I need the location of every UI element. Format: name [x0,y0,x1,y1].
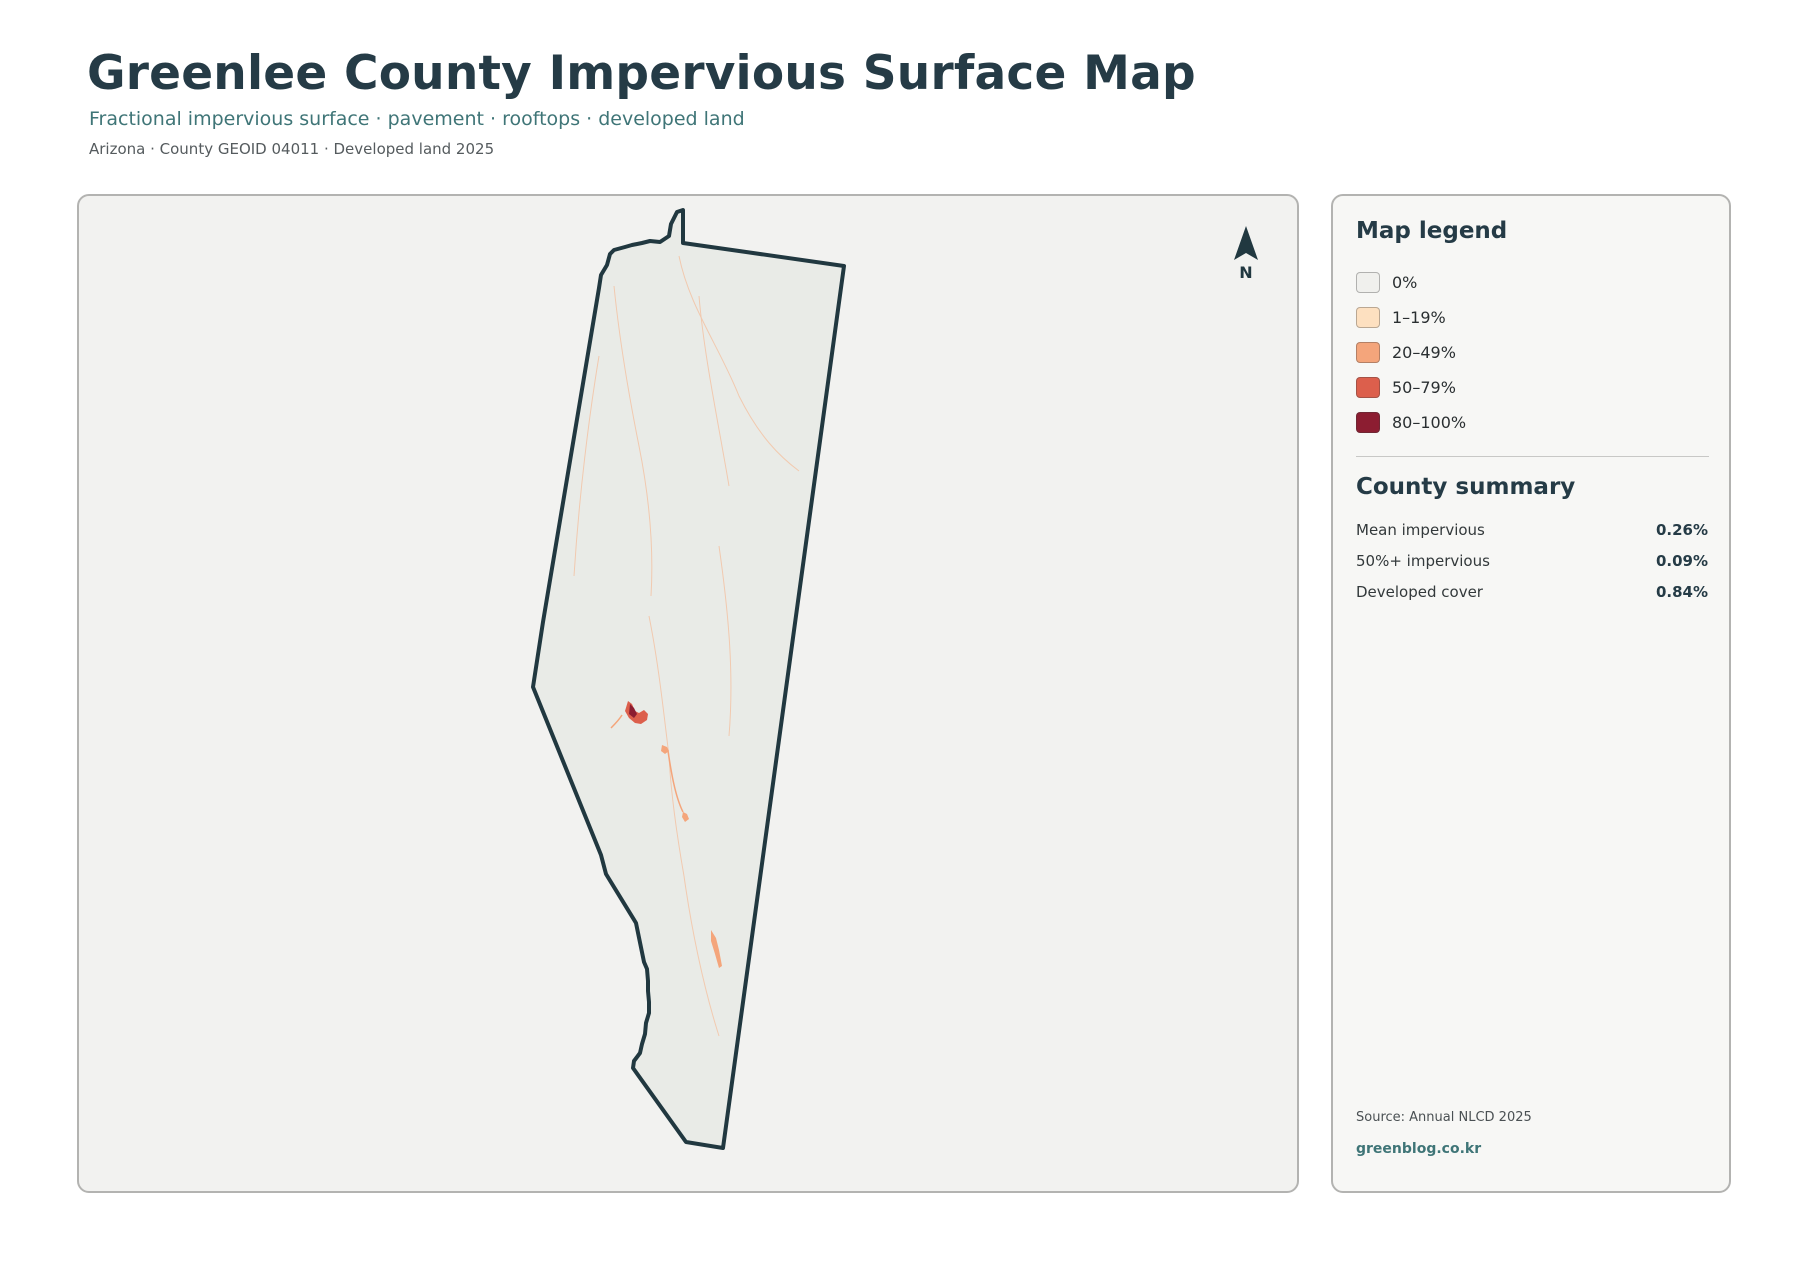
legend-label: 50–79% [1392,378,1456,397]
legend-item: 0% [1356,265,1466,300]
north-arrow-label: N [1239,263,1252,282]
legend-title: Map legend [1356,218,1508,244]
summary-row: Developed cover 0.84% [1356,576,1708,607]
legend-label: 80–100% [1392,413,1467,432]
page-meta: Arizona · County GEOID 04011 · Developed… [89,140,495,158]
legend-divider [1356,456,1709,457]
site-credit-link[interactable]: greenblog.co.kr [1356,1141,1481,1157]
legend-swatch [1356,342,1380,363]
legend-list: 0% 1–19% 20–49% 50–79% 80–100% [1356,265,1466,440]
page: Greenlee County Impervious Surface Map F… [0,0,1800,1273]
legend-item: 50–79% [1356,370,1466,405]
summary-row: 50%+ impervious 0.09% [1356,545,1708,576]
legend-label: 0% [1392,273,1418,292]
county-boundary[interactable] [531,208,846,1150]
legend-label: 20–49% [1392,343,1456,362]
summary-title: County summary [1356,474,1576,500]
map-canvas[interactable]: N [79,196,1299,1193]
summary-value: 0.26% [1655,520,1708,539]
north-arrow-icon [1234,226,1258,260]
legend-swatch [1356,307,1380,328]
summary-value: 0.09% [1655,551,1708,570]
legend-item: 20–49% [1356,335,1466,370]
page-subtitle: Fractional impervious surface · pavement… [89,108,745,130]
legend-swatch [1356,377,1380,398]
legend-item: 1–19% [1356,300,1466,335]
summary-list: Mean impervious 0.26% 50%+ impervious 0.… [1356,514,1708,607]
legend-swatch [1356,272,1380,293]
summary-label: Developed cover [1356,582,1483,601]
source-note: Source: Annual NLCD 2025 [1356,1110,1532,1125]
summary-label: Mean impervious [1356,520,1485,539]
summary-label: 50%+ impervious [1356,551,1490,570]
summary-value: 0.84% [1655,582,1708,601]
legend-label: 1–19% [1392,308,1446,327]
legend-swatch [1356,412,1380,433]
page-title: Greenlee County Impervious Surface Map [87,46,1196,101]
summary-row: Mean impervious 0.26% [1356,514,1708,545]
legend-panel: Map legend 0% 1–19% 20–49% 50–79% 80–100… [1331,194,1731,1193]
north-arrow: N [1234,226,1258,282]
legend-item: 80–100% [1356,405,1466,440]
map-panel[interactable]: N [77,194,1299,1193]
